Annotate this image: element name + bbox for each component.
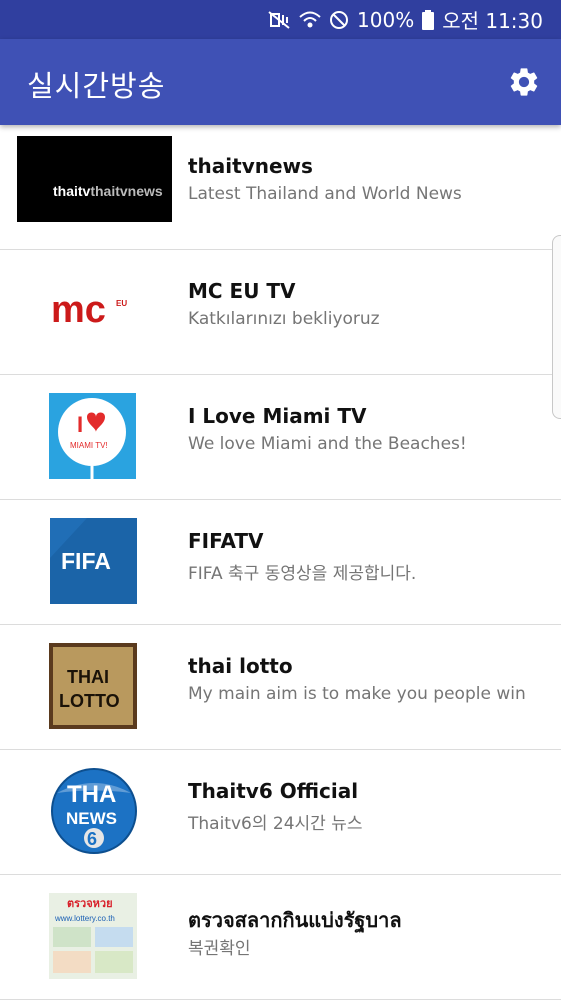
channel-name: Thaitv6 Official — [188, 779, 359, 803]
logo-sub: www.lottery.co.th — [54, 914, 115, 923]
wifi-icon — [299, 10, 321, 30]
logo-text: THAI — [67, 667, 109, 687]
logo-text: THA — [67, 781, 116, 808]
logo-text: I — [77, 412, 83, 437]
list-item[interactable]: THA NEWS 6 Thaitv6 Official Thaitv6의 24시… — [0, 750, 561, 875]
logo-sub: EU — [116, 299, 127, 308]
channel-subtitle: Katkılarınızı bekliyoruz — [188, 309, 380, 329]
list-item[interactable]: I MIAMI TV! I Love Miami TV We love Miam… — [0, 375, 561, 500]
app-bar: 실시간방송 — [0, 39, 561, 125]
battery-icon — [422, 9, 435, 30]
page-title: 실시간방송 — [27, 69, 166, 103]
logo-text: thaitvnews — [90, 183, 163, 199]
svg-text:thaitvthaitvnews: thaitvthaitvnews — [53, 183, 163, 199]
channel-subtitle: We love Miami and the Beaches! — [188, 434, 467, 454]
channel-logo: I MIAMI TV! — [17, 393, 172, 479]
channel-name: FIFATV — [188, 529, 264, 553]
battery-percent: 100% — [357, 7, 415, 32]
list-item[interactable]: FIFA FIFATV FIFA 축구 동영상을 제공합니다. — [0, 500, 561, 625]
logo-num: 6 — [87, 829, 97, 849]
channel-subtitle: My main aim is to make you people win — [188, 684, 526, 704]
gear-icon[interactable] — [507, 65, 541, 99]
channel-list: thaitvthaitvnews thaitvnews Latest Thail… — [0, 125, 561, 1000]
channel-subtitle: 복권확인 — [188, 939, 251, 959]
mute-vibrate-icon — [267, 10, 291, 30]
list-item[interactable]: thaitvthaitvnews thaitvnews Latest Thail… — [0, 125, 561, 250]
channel-name: MC EU TV — [188, 279, 296, 303]
logo-text: mc — [51, 289, 106, 331]
logo-text: ตรวจหวย — [67, 897, 113, 910]
channel-name: ตรวจสลากกินแบ่งรัฐบาล — [188, 908, 402, 932]
list-item[interactable]: mc EU MC EU TV Katkılarınızı bekliyoruz — [0, 250, 561, 375]
logo-sub: MIAMI TV! — [70, 441, 108, 450]
channel-name: I Love Miami TV — [188, 404, 367, 428]
clock: 오전 11:30 — [442, 9, 543, 33]
list-item[interactable]: ตรวจหวย www.lottery.co.th ตรวจสลากกินแบ่… — [0, 875, 561, 1000]
list-item[interactable]: THAI LOTTO thai lotto My main aim is to … — [0, 625, 561, 750]
channel-logo: THAI LOTTO — [17, 643, 172, 729]
channel-logo: mc EU — [17, 268, 172, 354]
logo-sub: LOTTO — [59, 691, 120, 711]
logo-text: FIFA — [61, 548, 111, 574]
scroll-handle[interactable] — [552, 235, 561, 419]
channel-name: thaitvnews — [188, 154, 313, 178]
logo-sub: NEWS — [66, 809, 117, 828]
channel-logo: thaitvthaitvnews — [17, 136, 172, 222]
channel-logo: THA NEWS 6 — [17, 768, 172, 854]
channel-name: thai lotto — [188, 654, 293, 678]
channel-logo: FIFA — [17, 518, 172, 604]
no-disturb-icon — [329, 10, 349, 30]
channel-subtitle: FIFA 축구 동영상을 제공합니다. — [188, 564, 417, 584]
channel-subtitle: Latest Thailand and World News — [188, 184, 462, 204]
status-bar: 100% 오전 11:30 — [0, 0, 561, 39]
channel-subtitle: Thaitv6의 24시간 뉴스 — [188, 814, 363, 834]
channel-logo: ตรวจหวย www.lottery.co.th — [17, 893, 172, 979]
